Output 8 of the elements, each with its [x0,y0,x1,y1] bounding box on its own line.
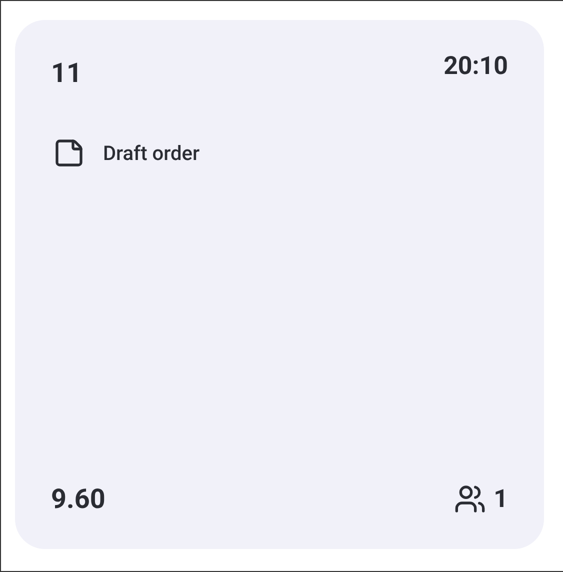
order-card[interactable]: 11 20:10 Draft order 9.60 1 [15,20,544,549]
order-status: Draft order [103,140,200,167]
order-time: 20:10 [444,54,508,79]
guests-icon [454,483,486,515]
guest-count: 1 [494,486,508,512]
order-number: 11 [51,60,82,87]
order-total: 9.60 [51,486,106,512]
note-icon [53,137,85,169]
